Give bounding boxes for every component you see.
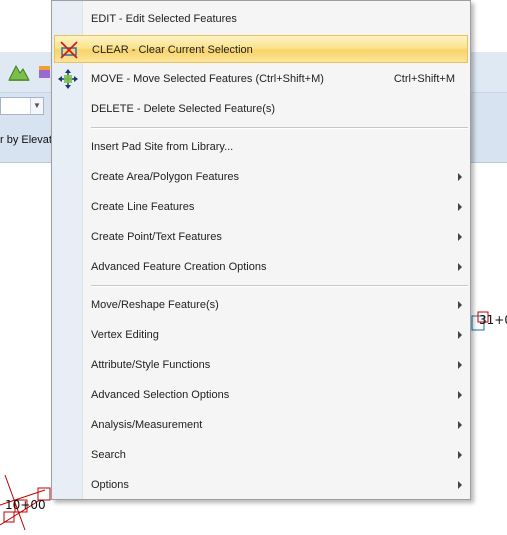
menu-item-label: MOVE - Move Selected Features (Ctrl+Shif… (91, 73, 324, 85)
station-label: 10+00 (5, 498, 46, 512)
menu-item-advanced-creation[interactable]: Advanced Feature Creation Options (54, 253, 468, 281)
menu-item-shortcut: Ctrl+Shift+M (393, 73, 455, 85)
menu-item-create-area[interactable]: Create Area/Polygon Features (54, 163, 468, 191)
context-menu: EDIT - Edit Selected Features CLEAR - Cl… (51, 0, 471, 500)
menu-item-create-line[interactable]: Create Line Features (54, 193, 468, 221)
clear-selection-icon (58, 39, 80, 61)
submenu-arrow-icon (458, 263, 462, 271)
chevron-down-icon[interactable]: ▼ (30, 98, 43, 114)
menu-item-label: Create Line Features (91, 201, 195, 213)
toolbar-dropdown[interactable]: ▼ (0, 97, 44, 115)
submenu-arrow-icon (458, 361, 462, 369)
submenu-arrow-icon (458, 481, 462, 489)
paint-icon[interactable] (38, 60, 50, 82)
menu-item-label: Create Area/Polygon Features (91, 171, 239, 183)
menu-item-advanced-selection[interactable]: Advanced Selection Options (54, 381, 468, 409)
submenu-arrow-icon (458, 233, 462, 241)
menu-item-edit[interactable]: EDIT - Edit Selected Features (54, 5, 468, 33)
menu-item-label: Advanced Feature Creation Options (91, 261, 267, 273)
menu-separator (91, 127, 468, 129)
menu-item-move-reshape[interactable]: Move/Reshape Feature(s) (54, 291, 468, 319)
move-icon (57, 68, 79, 90)
menu-item-label: Advanced Selection Options (91, 389, 230, 401)
menu-item-label: Vertex Editing (91, 329, 159, 341)
menu-item-options[interactable]: Options (54, 471, 468, 499)
submenu-arrow-icon (458, 331, 462, 339)
menu-separator (91, 285, 468, 287)
menu-item-label: CLEAR - Clear Current Selection (92, 44, 253, 56)
menu-item-label: Options (91, 479, 129, 491)
menu-item-label: Move/Reshape Feature(s) (91, 299, 219, 311)
submenu-arrow-icon (458, 451, 462, 459)
menu-item-label: Analysis/Measurement (91, 419, 203, 431)
submenu-arrow-icon (458, 391, 462, 399)
submenu-arrow-icon (458, 301, 462, 309)
submenu-arrow-icon (458, 173, 462, 181)
menu-item-analysis[interactable]: Analysis/Measurement (54, 411, 468, 439)
menu-item-label: Create Point/Text Features (91, 231, 222, 243)
menu-item-search[interactable]: Search (54, 441, 468, 469)
menu-item-label: Insert Pad Site from Library... (91, 141, 234, 153)
menu-item-label: DELETE - Delete Selected Feature(s) (91, 103, 276, 115)
menu-item-move[interactable]: MOVE - Move Selected Features (Ctrl+Shif… (54, 65, 468, 93)
menu-item-label: Search (91, 449, 126, 461)
menu-item-vertex-editing[interactable]: Vertex Editing (54, 321, 468, 349)
menu-item-create-point[interactable]: Create Point/Text Features (54, 223, 468, 251)
submenu-arrow-icon (458, 421, 462, 429)
menu-item-attribute-style[interactable]: Attribute/Style Functions (54, 351, 468, 379)
terrain-icon[interactable] (8, 60, 30, 82)
submenu-arrow-icon (458, 203, 462, 211)
menu-item-insert-pad-site[interactable]: Insert Pad Site from Library... (54, 133, 468, 161)
menu-item-clear[interactable]: CLEAR - Clear Current Selection (54, 35, 468, 63)
menu-item-delete[interactable]: DELETE - Delete Selected Feature(s) (54, 95, 468, 123)
station-label-right: 31+0 (479, 313, 507, 327)
menu-item-label: Attribute/Style Functions (91, 359, 211, 371)
toolbar-field-label: r by Elevat (0, 134, 52, 146)
menu-item-label: EDIT - Edit Selected Features (91, 13, 237, 25)
